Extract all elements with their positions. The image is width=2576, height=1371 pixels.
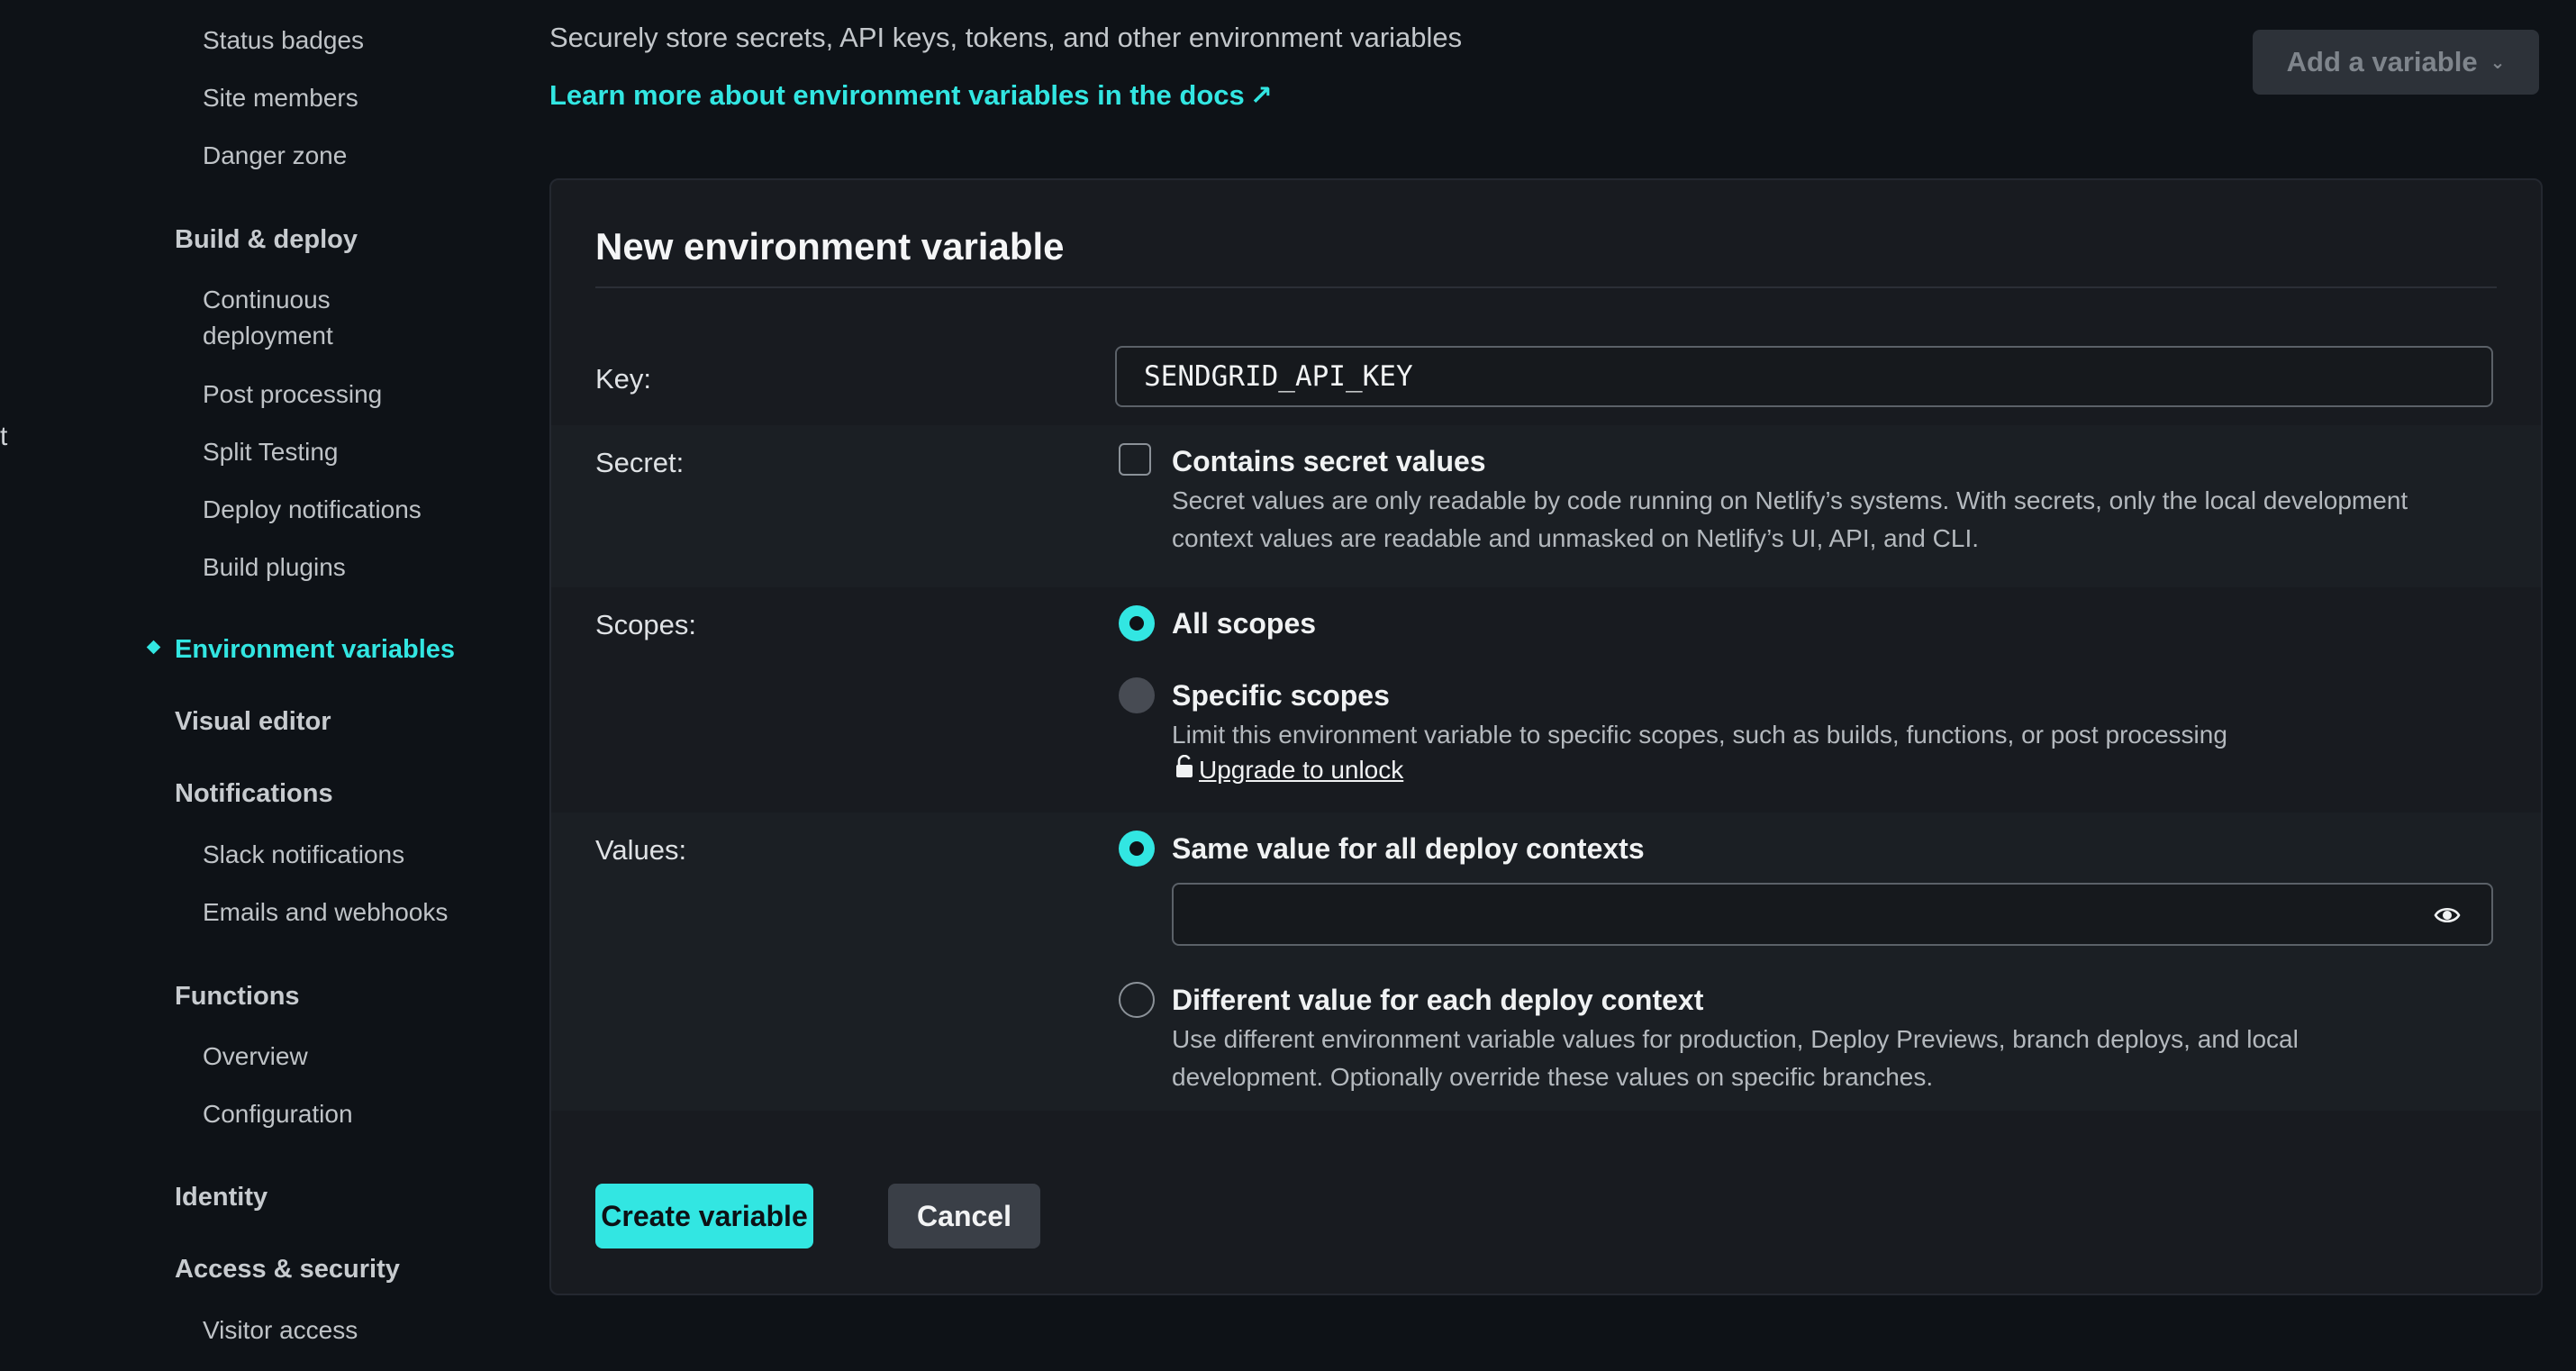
values-label: Values: [595,834,687,866]
same-value-radio[interactable] [1119,831,1155,867]
different-value-description-line2: development. Optionally override these v… [1172,1063,1934,1091]
active-indicator-icon [146,640,161,655]
all-scopes-radio[interactable] [1119,605,1155,641]
different-value-radio[interactable] [1119,982,1155,1018]
create-variable-button[interactable]: Create variable [595,1184,813,1248]
specific-scopes-label: Specific scopes [1172,679,1390,712]
sidebar-item-functions[interactable]: Functions [175,978,300,1014]
sidebar-item-deploy-notifications[interactable]: Deploy notifications [203,492,422,528]
upgrade-link-label: Upgrade to unlock [1199,755,1404,784]
key-label: Key: [595,363,652,395]
external-link-icon: ↗ [1249,81,1273,111]
add-variable-button[interactable]: Add a variable ⌄ [2253,30,2539,95]
same-value-label: Same value for all deploy contexts [1172,832,1645,865]
specific-scopes-description: Limit this environment variable to speci… [1172,721,2227,749]
divider [595,286,2497,288]
sidebar-item-notifications[interactable]: Notifications [175,776,333,812]
secret-description-line2: context values are readable and unmasked… [1172,524,1979,552]
sidebar-item-visitor-access[interactable]: Visitor access [203,1312,358,1348]
chevron-down-icon: ⌄ [2490,52,2506,73]
sidebar-item-access-security[interactable]: Access & security [175,1251,400,1287]
add-variable-label: Add a variable [2286,46,2478,77]
secret-option-label: Contains secret values [1172,445,1486,477]
sidebar-item-functions-configuration[interactable]: Configuration [203,1096,353,1132]
sidebar-item-split-testing[interactable]: Split Testing [203,434,338,470]
eye-icon[interactable] [2434,902,2461,929]
docs-link[interactable]: Learn more about environment variables i… [549,79,1273,112]
sidebar-item-slack-notifications[interactable]: Slack notifications [203,837,404,873]
new-variable-card: New environment variable Key: SENDGRID_A… [549,178,2543,1295]
sidebar-item-environment-variables[interactable]: Environment variables [175,631,455,667]
value-input[interactable] [1172,883,2493,946]
upgrade-link[interactable]: Upgrade to unlock [1175,754,1404,785]
secret-checkbox[interactable] [1119,443,1151,476]
key-input[interactable]: SENDGRID_API_KEY [1115,346,2493,407]
sidebar-item-functions-overview[interactable]: Overview [203,1039,308,1075]
different-value-label: Different value for each deploy context [1172,984,1704,1016]
sidebar-item-site-members[interactable]: Site members [203,80,358,116]
cancel-button[interactable]: Cancel [888,1184,1040,1248]
specific-scopes-radio[interactable] [1119,677,1155,713]
secret-label: Secret: [595,447,685,478]
sidebar-item-emails-webhooks[interactable]: Emails and webhooks [203,894,448,931]
sidebar-item-build-deploy[interactable]: Build & deploy [175,222,358,258]
sidebar-item-continuous-deployment-line1[interactable]: Continuous [203,282,331,318]
sidebar-item-status-badges[interactable]: Status badges [203,23,364,59]
sidebar-item-danger-zone[interactable]: Danger zone [203,138,347,174]
all-scopes-label: All scopes [1172,607,1317,640]
page-intro: Securely store secrets, API keys, tokens… [549,22,1463,53]
sidebar-item-visual-editor[interactable]: Visual editor [175,704,331,740]
card-title: New environment variable [595,225,1065,268]
unlock-icon [1175,754,1193,785]
sidebar-item-identity[interactable]: Identity [175,1179,268,1215]
secret-description-line1: Secret values are only readable by code … [1172,486,2408,514]
scopes-label: Scopes: [595,609,697,640]
docs-link-label: Learn more about environment variables i… [549,79,1245,111]
sidebar-item-build-plugins[interactable]: Build plugins [203,549,346,586]
sidebar-item-continuous-deployment-line2[interactable]: deployment [203,318,333,354]
sidebar-edge-fragment: t [0,422,8,451]
sidebar-item-post-processing[interactable]: Post processing [203,377,382,413]
different-value-description-line1: Use different environment variable value… [1172,1025,2299,1053]
